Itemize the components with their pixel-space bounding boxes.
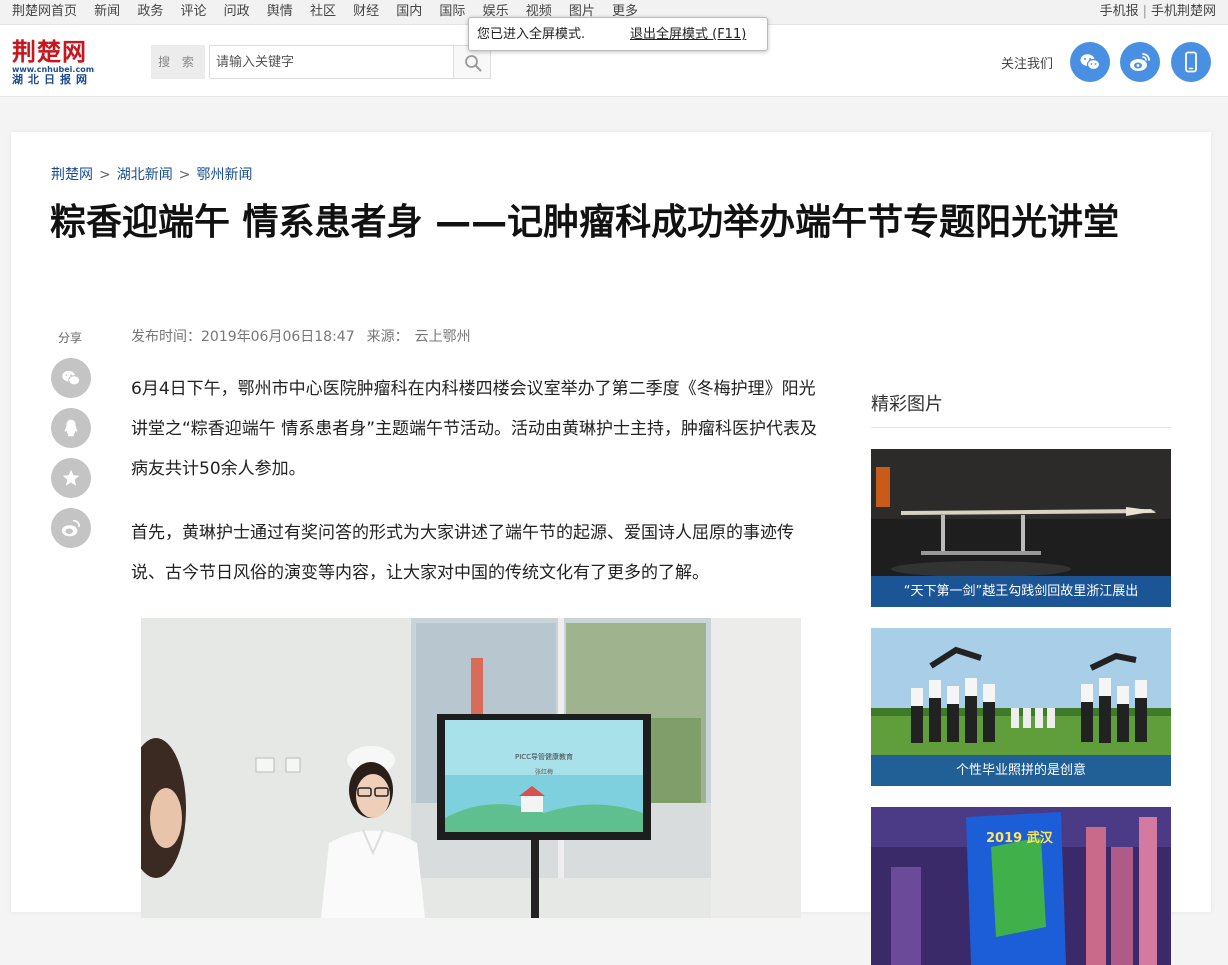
featured-picture-caption: 个性毕业照拼的是创意 — [871, 755, 1171, 786]
publish-time: 发布时间：2019年06月06日18:47 — [131, 329, 355, 345]
breadcrumb-hubei-news[interactable]: 湖北新闻 — [117, 167, 173, 183]
top-nav-mobile: 手机报 | 手机荆楚网 — [1100, 0, 1216, 24]
mobile-paper-link[interactable]: 手机报 — [1100, 4, 1139, 19]
qq-penguin-icon — [64, 419, 78, 437]
sidebar-divider — [871, 427, 1171, 428]
featured-pictures-title: 精彩图片 — [871, 394, 943, 415]
share-weibo-button[interactable] — [51, 508, 91, 548]
weibo-icon — [1130, 53, 1150, 71]
star-icon — [62, 469, 80, 486]
wechat-icon — [62, 370, 81, 386]
article-title: 粽香迎端午 情系患者身 ——记肿瘤科成功举办端午节专题阳光讲堂 — [50, 202, 1120, 243]
nav-link-international[interactable]: 国际 — [439, 4, 465, 19]
article-paragraph: 6月4日下午，鄂州市中心医院肿瘤科在内科楼四楼会议室举办了第二季度《冬梅护理》阳… — [131, 379, 818, 479]
logo-subtitle: 湖北日报网 — [12, 73, 92, 86]
breadcrumb-ezhou-news[interactable]: 鄂州新闻 — [196, 167, 252, 183]
nav-link-news[interactable]: 新闻 — [94, 4, 120, 19]
tv-screen-title: PICC导管健康教育 — [515, 752, 573, 761]
nav-link-community[interactable]: 社区 — [310, 4, 336, 19]
article-paragraph: 首先，黄琳护士通过有奖问答的形式为大家讲述了端午节的起源、爱国诗人屈原的事迹传说… — [131, 523, 794, 583]
search-label: 搜 索 — [151, 45, 205, 79]
nav-link-commentary[interactable]: 评论 — [180, 4, 206, 19]
nav-link-domestic[interactable]: 国内 — [396, 4, 422, 19]
breadcrumb: 荆楚网 > 湖北新闻 > 鄂州新闻 — [51, 164, 252, 184]
nav-link-opinion[interactable]: 舆情 — [267, 4, 293, 19]
weibo-button[interactable] — [1120, 42, 1160, 82]
source-name: 云上鄂州 — [414, 329, 471, 345]
share-qq-button[interactable] — [51, 408, 91, 448]
top-nav-separator: | — [1142, 4, 1147, 19]
logo-mark: 荆楚网 — [12, 37, 87, 66]
nav-link-home[interactable]: 荆楚网首页 — [12, 4, 77, 19]
exit-fullscreen-link[interactable]: 退出全屏模式 (F11) — [630, 18, 746, 52]
mobile-app-button[interactable] — [1171, 42, 1211, 82]
fullscreen-message: 您已进入全屏模式. — [477, 27, 586, 42]
search-input[interactable] — [209, 45, 453, 79]
building-lightshow-text: 2019 武汉 — [986, 830, 1054, 846]
featured-picture-caption: “天下第一剑”越王勾践剑回故里浙江展出 — [871, 576, 1171, 607]
featured-picture-card[interactable]: 2019 武汉 — [871, 807, 1171, 965]
fullscreen-toast: 您已进入全屏模式. 退出全屏模式 (F11) — [468, 17, 768, 51]
wechat-icon — [1080, 54, 1101, 71]
mobile-site-link[interactable]: 手机荆楚网 — [1151, 4, 1216, 19]
tv-screen-author: 张红梅 — [535, 768, 553, 776]
site-logo[interactable]: 荆楚网 www.cnhubei.com 湖北日报网 — [12, 39, 112, 87]
article-meta: 发布时间：2019年06月06日18:47 来源： 云上鄂州 — [131, 326, 471, 346]
nav-link-finance[interactable]: 财经 — [353, 4, 379, 19]
source-label: 来源： — [366, 329, 409, 345]
search-icon — [465, 55, 482, 72]
featured-picture-thumbnail: 2019 武汉 — [871, 807, 1171, 965]
nav-link-inquiry[interactable]: 问政 — [224, 4, 250, 19]
wechat-button[interactable] — [1070, 42, 1110, 82]
weibo-icon — [61, 519, 81, 537]
breadcrumb-home[interactable]: 荆楚网 — [51, 167, 93, 183]
follow-us-label: 关注我们 — [1001, 57, 1054, 72]
featured-picture-card[interactable]: “天下第一剑”越王勾践剑回故里浙江展出 — [871, 449, 1171, 607]
article-photo-illustration: PICC导管健康教育 张红梅 — [141, 618, 801, 918]
share-label: 分享 — [58, 331, 83, 345]
mobile-phone-icon — [1185, 51, 1197, 73]
breadcrumb-separator: > — [178, 167, 191, 183]
nav-link-government[interactable]: 政务 — [137, 4, 163, 19]
breadcrumb-separator: > — [99, 167, 111, 183]
article-card: 荆楚网 > 湖北新闻 > 鄂州新闻 粽香迎端午 情系患者身 ——记肿瘤科成功举办端午节专… — [11, 132, 1211, 965]
share-favorite-button[interactable] — [51, 458, 91, 498]
article-photo: PICC导管健康教育 张红梅 — [141, 618, 801, 918]
featured-picture-card[interactable]: 个性毕业照拼的是创意 — [871, 628, 1171, 786]
share-wechat-button[interactable] — [51, 358, 91, 398]
